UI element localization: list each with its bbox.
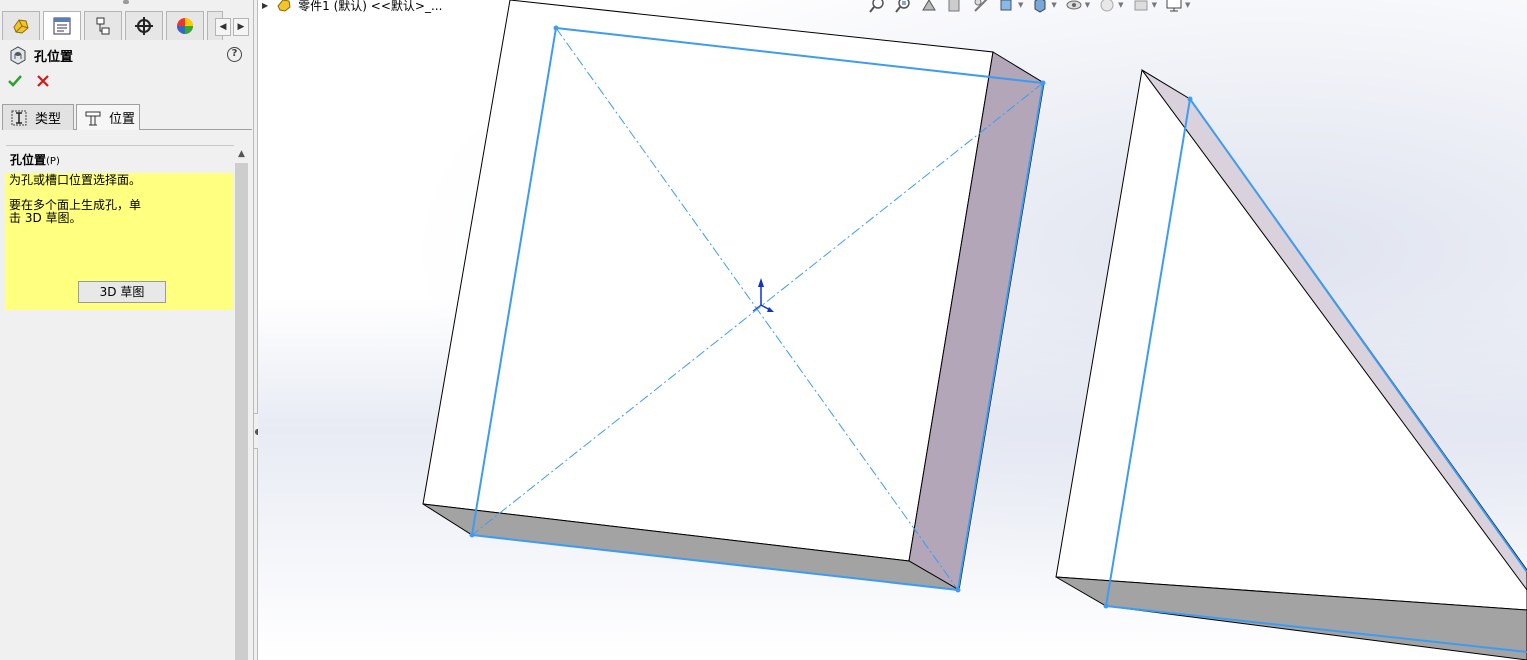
scroll-thumb[interactable] bbox=[235, 163, 248, 660]
panel-resize-grip[interactable] bbox=[0, 0, 253, 8]
dropdown-arrow-icon[interactable]: ▼ bbox=[1085, 1, 1090, 9]
view-settings-icon[interactable] bbox=[1165, 0, 1183, 14]
sketch-point[interactable] bbox=[1187, 96, 1193, 102]
graphics-area[interactable]: ▶ 零件1 (默认) <<默认>_... ▼ ▼ ▼ ▼ ▼ ▼ bbox=[258, 0, 1527, 660]
block-top-face[interactable] bbox=[422, 0, 994, 562]
sketch-point[interactable] bbox=[1040, 80, 1046, 86]
sketch-point[interactable] bbox=[1103, 603, 1109, 609]
hide-show-items-icon[interactable] bbox=[1065, 0, 1083, 14]
tab-type[interactable]: 类型 bbox=[2, 104, 74, 130]
section-view-icon[interactable] bbox=[946, 0, 964, 14]
group-shortcut: (P) bbox=[46, 156, 60, 167]
feature-manager-tab[interactable] bbox=[2, 11, 40, 40]
zoom-to-fit-icon[interactable] bbox=[868, 0, 886, 14]
tab-type-label: 类型 bbox=[35, 112, 62, 127]
apply-scene-icon[interactable] bbox=[1132, 0, 1150, 14]
hole-position-icon bbox=[85, 111, 101, 125]
display-style-icon[interactable] bbox=[1031, 0, 1049, 14]
property-manager-header: 孔位置 ? bbox=[8, 44, 246, 66]
previous-view-icon[interactable] bbox=[920, 0, 938, 14]
feature-tree-icon bbox=[13, 19, 29, 34]
manager-tabs: ◀ ▶ bbox=[2, 11, 251, 40]
group-title[interactable]: 孔位置(P) bbox=[10, 151, 60, 168]
dropdown-arrow-icon[interactable]: ▼ bbox=[1018, 1, 1023, 9]
instruction-line-3: 击 3D 草图。 bbox=[9, 211, 82, 225]
page-title: 孔位置 bbox=[34, 50, 74, 65]
panel-scrollbar[interactable]: ▲ bbox=[234, 146, 249, 660]
part-icon bbox=[277, 0, 291, 12]
display-manager-tab[interactable] bbox=[166, 11, 204, 40]
hole-type-icon bbox=[11, 110, 27, 125]
tabs-scroll-right-arrow[interactable]: ▶ bbox=[233, 18, 249, 36]
configuration-manager-tab[interactable] bbox=[84, 11, 122, 40]
dropdown-arrow-icon[interactable]: ▼ bbox=[1185, 1, 1190, 9]
sketch-point[interactable] bbox=[955, 587, 961, 593]
dropdown-arrow-icon[interactable]: ▼ bbox=[1118, 1, 1123, 9]
help-icon[interactable]: ? bbox=[227, 47, 242, 62]
feature-tree-flyout[interactable]: ▶ 零件1 (默认) <<默认>_... bbox=[262, 0, 442, 14]
expand-arrow-icon[interactable]: ▶ bbox=[262, 1, 268, 10]
group-title-text: 孔位置 bbox=[10, 153, 47, 167]
3d-model-scene[interactable] bbox=[258, 0, 1527, 660]
edit-appearance-icon[interactable] bbox=[1098, 0, 1116, 14]
hole-wizard-icon bbox=[10, 46, 26, 65]
dynamic-annotation-icon[interactable] bbox=[972, 0, 990, 14]
group-divider bbox=[6, 145, 234, 146]
tab-position-label: 位置 bbox=[109, 112, 136, 127]
configuration-icon bbox=[96, 17, 110, 35]
instruction-message-box: 为孔或槽口位置选择面。 要在多个面上生成孔，单 击 3D 草图。 3D 草图 bbox=[5, 173, 233, 310]
wedge-top-face[interactable] bbox=[1055, 68, 1527, 611]
part-name: 零件1 (默认) <<默认>_... bbox=[298, 0, 443, 13]
sketch-point[interactable] bbox=[553, 25, 559, 31]
zoom-area-icon[interactable] bbox=[894, 0, 912, 14]
scroll-up-arrow[interactable]: ▲ bbox=[234, 146, 249, 163]
view-orientation-icon[interactable] bbox=[998, 0, 1016, 14]
instruction-line-1: 为孔或槽口位置选择面。 bbox=[9, 173, 142, 187]
property-manager-tab[interactable] bbox=[43, 11, 81, 40]
tabs-scroll-left-arrow[interactable]: ◀ bbox=[215, 18, 231, 36]
dimxpert-manager-tab[interactable] bbox=[125, 11, 163, 40]
crosshair-icon bbox=[135, 17, 153, 35]
hole-wizard-tabs: 类型 位置 bbox=[2, 104, 252, 130]
accept-check-icon[interactable] bbox=[7, 73, 23, 89]
tab-position[interactable]: 位置 bbox=[76, 104, 140, 130]
property-manager-icon bbox=[53, 17, 71, 35]
cancel-x-icon[interactable] bbox=[35, 73, 51, 89]
dropdown-arrow-icon[interactable]: ▼ bbox=[1152, 1, 1157, 9]
sketch-point[interactable] bbox=[469, 532, 475, 538]
property-manager-panel: ◀ ▶ 孔位置 ? 类型 位置 孔位置(P) 为孔或槽口位置选择面。 要在多个面… bbox=[0, 0, 253, 660]
heads-up-view-toolbar: ▼ ▼ ▼ ▼ ▼ ▼ bbox=[868, 0, 1198, 15]
appearance-ball-icon bbox=[177, 18, 193, 34]
dropdown-arrow-icon[interactable]: ▼ bbox=[1051, 1, 1056, 9]
3d-sketch-button[interactable]: 3D 草图 bbox=[78, 281, 166, 303]
